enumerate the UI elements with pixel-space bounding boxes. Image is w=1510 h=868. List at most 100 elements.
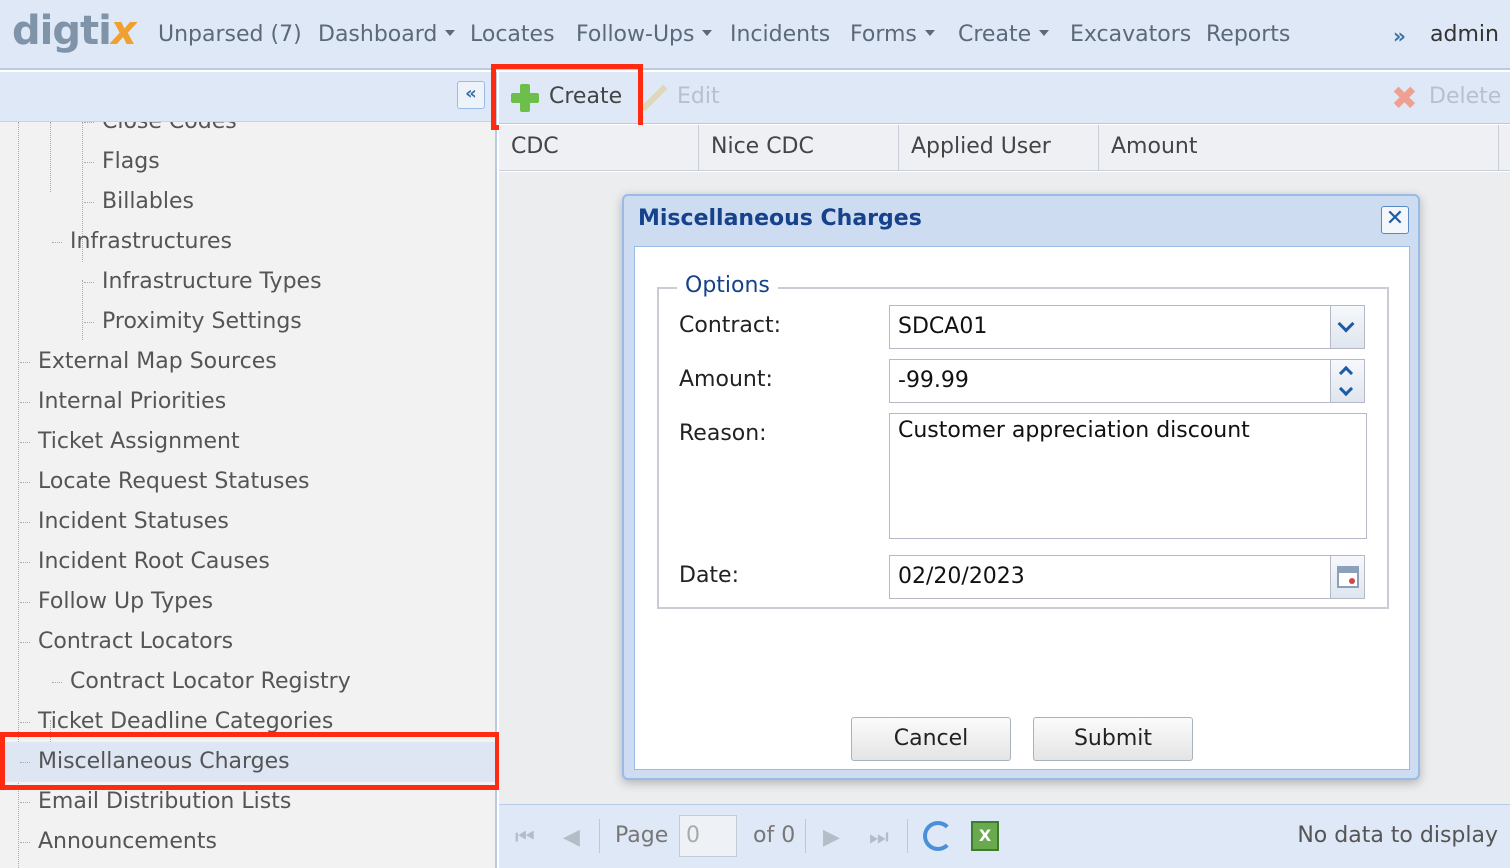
- previous-page-icon[interactable]: ◀: [563, 825, 580, 850]
- refresh-icon[interactable]: [923, 821, 953, 851]
- tree-item-label: Follow Up Types: [38, 589, 214, 614]
- calendar-icon: [1337, 566, 1359, 588]
- tree-item-label: Flags: [102, 149, 160, 174]
- edit-button[interactable]: Edit: [677, 84, 720, 109]
- tree-connector: [84, 322, 94, 323]
- tree-connector: [20, 482, 30, 483]
- nav-unparsed-label: Unparsed (7): [158, 22, 302, 47]
- tree-connector: [20, 842, 30, 843]
- tree-item-incident-root-causes[interactable]: Incident Root Causes: [0, 542, 495, 582]
- tree-item-flags[interactable]: Flags: [0, 142, 495, 182]
- tree-item-internal-priorities[interactable]: Internal Priorities: [0, 382, 495, 422]
- caret-down-icon: [924, 30, 935, 36]
- tree-item-contract-locators[interactable]: Contract Locators: [0, 622, 495, 662]
- next-page-icon[interactable]: ▶: [823, 825, 840, 850]
- highlight-box-create-button: [491, 64, 643, 130]
- nav-forms-label: Forms: [850, 22, 917, 47]
- page-number-input[interactable]: 0: [679, 815, 737, 857]
- amount-spinner[interactable]: [1331, 359, 1365, 403]
- spin-down-icon[interactable]: [1338, 381, 1354, 397]
- submit-button[interactable]: Submit: [1033, 717, 1193, 761]
- nav-locates[interactable]: Locates: [470, 22, 555, 47]
- tree-item-infrastructure-types[interactable]: Infrastructure Types: [0, 262, 495, 302]
- cancel-button[interactable]: Cancel: [851, 717, 1011, 761]
- nav-forms-menu[interactable]: Forms: [850, 22, 935, 47]
- date-field[interactable]: 02/20/2023: [889, 555, 1331, 599]
- nav-excavators-label: Excavators: [1070, 22, 1192, 47]
- tree-item-close-codes[interactable]: Close Codes: [0, 122, 495, 142]
- column-header-amount[interactable]: Amount: [1099, 125, 1499, 171]
- nav-follow-ups-menu[interactable]: Follow-Ups: [576, 22, 713, 47]
- page-count-label: of 0: [753, 823, 796, 848]
- tree-item-follow-up-types[interactable]: Follow Up Types: [0, 582, 495, 622]
- close-icon[interactable]: ✕: [1381, 206, 1409, 234]
- caret-down-icon: [702, 30, 713, 36]
- tree-item-label: External Map Sources: [38, 349, 277, 374]
- nav-reports[interactable]: Reports: [1206, 22, 1290, 47]
- grid-toolbar: Create Edit ✖ Delete: [499, 72, 1510, 124]
- spin-up-icon[interactable]: [1338, 365, 1354, 381]
- tree-connector: [84, 122, 94, 123]
- sidebar-header: «: [0, 72, 495, 122]
- paging-separator: [907, 819, 908, 853]
- tree-connector: [20, 802, 30, 803]
- tree-item-locate-request-statuses[interactable]: Locate Request Statuses: [0, 462, 495, 502]
- options-legend: Options: [677, 273, 778, 298]
- date-label: Date:: [679, 563, 739, 588]
- nav-dashboard-menu[interactable]: Dashboard: [318, 22, 456, 47]
- nav-create-label: Create: [958, 22, 1032, 47]
- nav-incidents-label: Incidents: [730, 22, 831, 47]
- options-fieldset: Options Contract: SDCA01 Amount: -99.99 …: [657, 273, 1389, 609]
- last-page-icon[interactable]: ⏭: [869, 825, 889, 850]
- dialog-title: Miscellaneous Charges: [638, 206, 922, 231]
- tree-item-label: Proximity Settings: [102, 309, 302, 334]
- paging-toolbar: ⏮ ◀ Page 0 of 0 ▶ ⏭ X No data to display: [499, 804, 1510, 868]
- tree-item-billables[interactable]: Billables: [0, 182, 495, 222]
- tree-connector: [20, 522, 30, 523]
- more-chevron-icon[interactable]: »: [1393, 24, 1406, 48]
- logo-text: digti: [12, 8, 112, 54]
- digtix-logo[interactable]: digtix: [12, 8, 137, 54]
- excel-export-icon[interactable]: X: [971, 821, 999, 851]
- nav-excavators[interactable]: Excavators: [1070, 22, 1191, 47]
- tree-item-label: Billables: [102, 189, 194, 214]
- tree-item-announcements[interactable]: Announcements: [0, 822, 495, 862]
- tree-item-label: Contract Locator Registry: [70, 669, 351, 694]
- tree-item-contract-locator-registry[interactable]: Contract Locator Registry: [0, 662, 495, 702]
- tree-connector: [84, 162, 94, 163]
- tree-item-label: Close Codes: [102, 122, 237, 142]
- collapse-sidebar-icon[interactable]: «: [457, 81, 485, 109]
- grid-header: CDC Nice CDC Applied User Amount: [499, 125, 1510, 171]
- first-page-icon[interactable]: ⏮: [515, 825, 535, 850]
- tree-item-ticket-assignment[interactable]: Ticket Assignment: [0, 422, 495, 462]
- tree-item-infrastructures[interactable]: Infrastructures: [0, 222, 495, 262]
- nav-create-menu[interactable]: Create: [958, 22, 1050, 47]
- tree-item-external-map-sources[interactable]: External Map Sources: [0, 342, 495, 382]
- tree-connector: [20, 722, 30, 723]
- tree-connector: [52, 242, 62, 243]
- nav-unparsed[interactable]: Unparsed (7): [158, 22, 302, 47]
- column-header-nice-cdc[interactable]: Nice CDC: [699, 125, 899, 171]
- date-picker-trigger[interactable]: [1331, 555, 1365, 599]
- nav-dashboard-label: Dashboard: [318, 22, 438, 47]
- column-header-cdc[interactable]: CDC: [499, 125, 699, 171]
- nav-reports-label: Reports: [1206, 22, 1291, 47]
- column-header-applied-user[interactable]: Applied User: [899, 125, 1099, 171]
- tree-item-proximity-settings[interactable]: Proximity Settings: [0, 302, 495, 342]
- nav-incidents[interactable]: Incidents: [730, 22, 830, 47]
- reason-textarea[interactable]: Customer appreciation discount: [889, 413, 1367, 539]
- contract-dropdown-trigger[interactable]: [1331, 305, 1365, 349]
- caret-down-icon: [445, 30, 456, 36]
- contract-label: Contract:: [679, 313, 782, 338]
- tree-connector: [84, 202, 94, 203]
- nav-locates-label: Locates: [470, 22, 555, 47]
- reason-label: Reason:: [679, 421, 767, 446]
- caret-down-icon: [1039, 30, 1050, 36]
- tree-connector: [20, 402, 30, 403]
- user-menu[interactable]: admin: [1430, 22, 1499, 47]
- amount-label: Amount:: [679, 367, 773, 392]
- amount-field[interactable]: -99.99: [889, 359, 1331, 403]
- contract-select[interactable]: SDCA01: [889, 305, 1331, 349]
- tree-item-incident-statuses[interactable]: Incident Statuses: [0, 502, 495, 542]
- delete-button[interactable]: Delete: [1429, 84, 1501, 109]
